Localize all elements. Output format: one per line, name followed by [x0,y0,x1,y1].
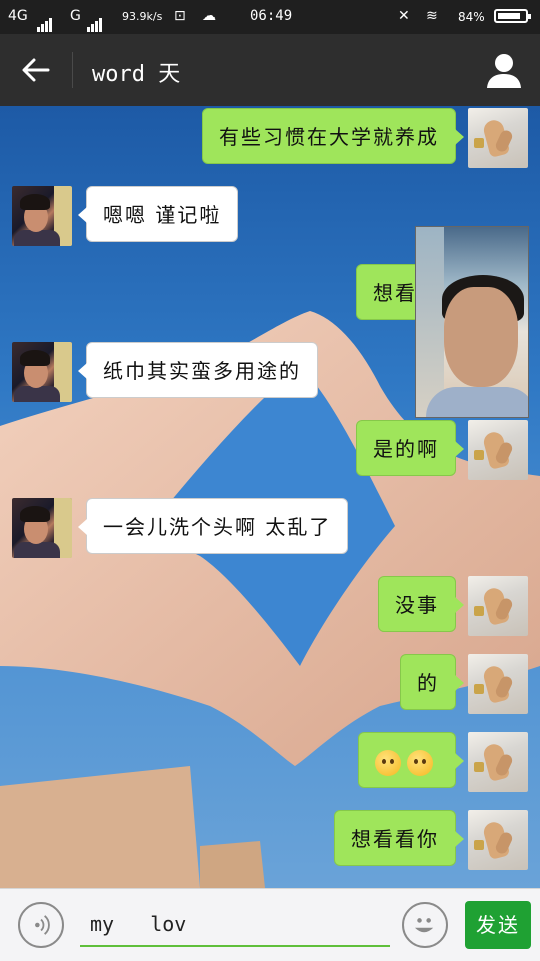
network-speed: 93.9k/s [122,10,163,23]
mute-icon: ✕ [398,8,410,24]
message-input[interactable]: my lov [80,901,390,947]
my-avatar[interactable] [468,654,528,714]
voice-input-icon[interactable] [18,902,64,948]
my-avatar[interactable] [468,810,528,870]
message-bubble[interactable]: 嗯嗯 谨记啦 [77,186,239,242]
message-bubble[interactable]: 想看看你 [334,810,464,866]
message-bubble[interactable]: 是的啊 [356,420,464,476]
contact-profile-icon[interactable] [484,50,524,90]
screenshot-icon: ⊡ [174,8,186,24]
emoji-face-icon [375,749,401,776]
video-call-preview[interactable] [415,226,529,418]
message-bubble[interactable]: 纸巾其实蛮多用途的 [78,342,318,398]
clock: 06:49 [250,8,293,24]
message-bubble[interactable]: 一会儿洗个头啊 太乱了 [77,498,349,554]
chat-header: word 天 [0,34,540,106]
wifi-icon: ≋ [426,8,438,24]
battery-icon [494,9,531,23]
header-divider [72,52,73,88]
emoji-face-icon [407,749,433,776]
input-bar: my lov 发送 [0,888,540,961]
contact-avatar[interactable] [12,498,72,558]
chat-background-image [0,311,540,888]
my-avatar[interactable] [468,420,528,480]
send-button[interactable]: 发送 [465,901,531,949]
chat-area[interactable]: 有些习惯在大学就养成 嗯嗯 谨记啦 想看看 纸巾其实蛮多用途的 是的啊 一会儿洗个头啊 太… [0,106,540,888]
wechat-icon: ☁ [202,8,216,24]
emoji-icon[interactable] [402,902,448,948]
contact-avatar[interactable] [12,186,72,246]
message-bubble[interactable] [358,732,464,788]
network-type-2: G [70,8,81,24]
message-bubble[interactable]: 有些习惯在大学就养成 [202,108,464,164]
video-face [444,287,518,387]
my-avatar[interactable] [468,576,528,636]
contact-avatar[interactable] [12,342,72,402]
back-arrow-icon[interactable] [14,48,58,92]
message-bubble[interactable]: 没事 [378,576,464,632]
battery-percent: 84% [458,10,485,24]
my-avatar[interactable] [468,732,528,792]
network-type-1: 4G [8,8,28,24]
my-avatar[interactable] [468,108,528,168]
status-bar: 4G G 93.9k/s ⊡ ☁ 06:49 ✕ ≋ 84% [0,0,540,34]
page-title: word 天 [92,62,181,87]
message-bubble[interactable]: 的 [400,654,464,710]
